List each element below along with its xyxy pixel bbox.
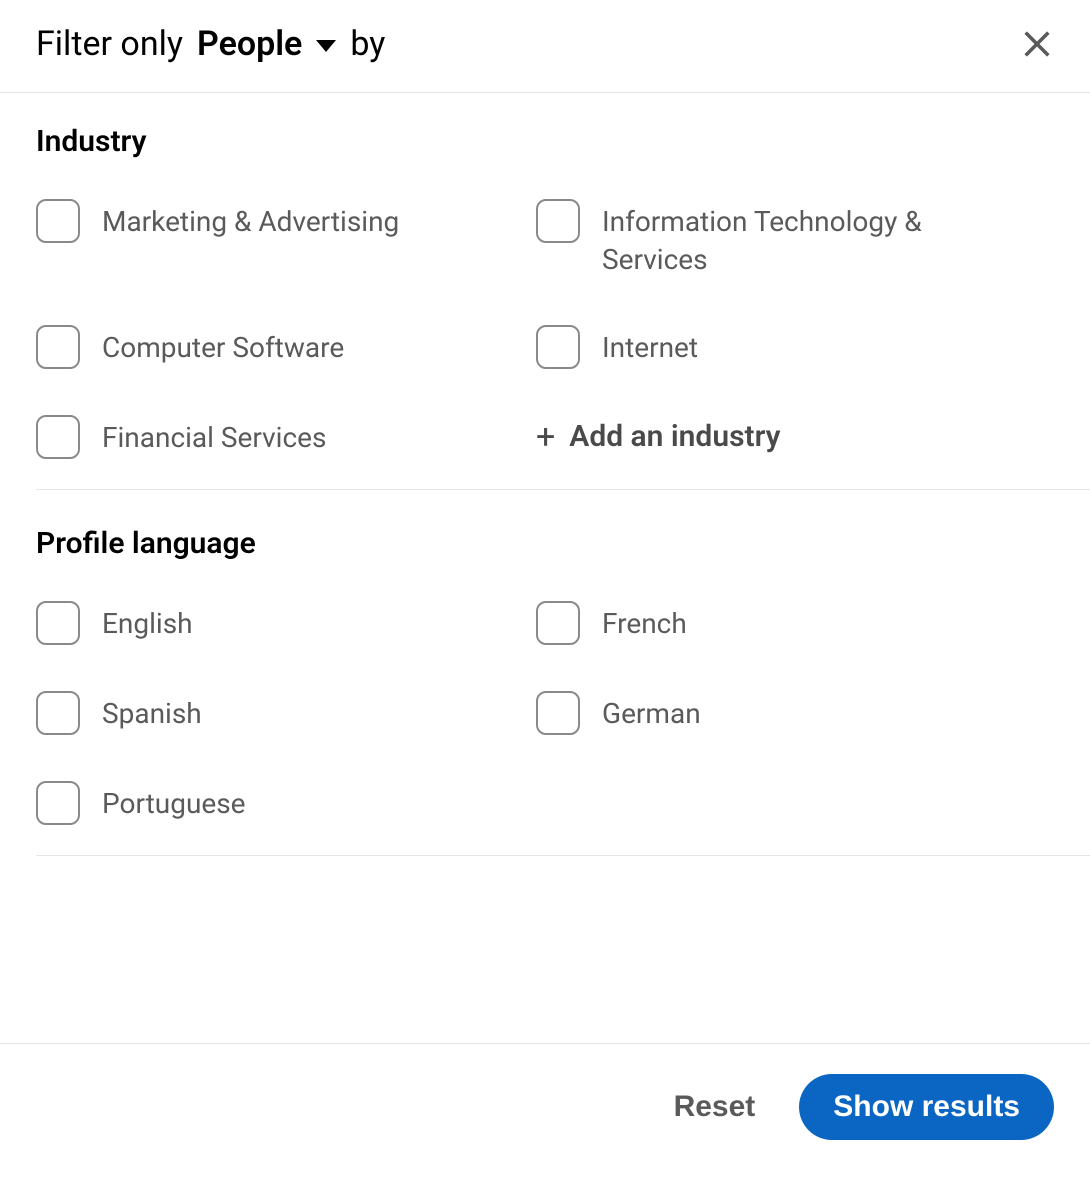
language-option[interactable]: Spanish	[36, 691, 536, 735]
filter-body: The Wharton School + Add a school Indust…	[0, 93, 1090, 1043]
industry-option-label: Computer Software	[102, 325, 344, 367]
filter-suffix: by	[350, 24, 385, 64]
language-option[interactable]: English	[36, 601, 536, 645]
industry-option[interactable]: Financial Services	[36, 415, 536, 459]
add-industry-button[interactable]: + Add an industry	[536, 415, 1090, 459]
checkbox[interactable]	[36, 199, 80, 243]
language-option-label: Spanish	[102, 691, 202, 733]
entity-dropdown[interactable]: People	[197, 24, 336, 64]
industry-option-label: Marketing & Advertising	[102, 199, 399, 241]
checkbox[interactable]	[536, 199, 580, 243]
filter-header: Filter only People by	[0, 0, 1090, 93]
caret-down-icon	[316, 40, 336, 52]
add-industry-label: Add an industry	[569, 419, 780, 454]
close-icon	[1020, 27, 1054, 61]
filter-footer: Reset Show results	[0, 1043, 1090, 1200]
language-option-label: German	[602, 691, 701, 733]
language-section: Profile language English French Spanish …	[36, 526, 1090, 856]
language-option[interactable]: French	[536, 601, 1090, 645]
industry-option[interactable]: Internet	[536, 325, 1090, 369]
language-option[interactable]: German	[536, 691, 1090, 735]
language-heading: Profile language	[36, 526, 1090, 561]
plus-icon: +	[536, 420, 555, 454]
language-option-label: Portuguese	[102, 781, 246, 823]
language-option[interactable]: Portuguese	[36, 781, 536, 825]
checkbox[interactable]	[36, 325, 80, 369]
filter-title: Filter only People by	[36, 24, 385, 64]
checkbox[interactable]	[36, 781, 80, 825]
industry-section: Industry Marketing & Advertising Informa…	[36, 124, 1090, 490]
entity-label: People	[197, 24, 302, 64]
show-results-button[interactable]: Show results	[799, 1074, 1054, 1140]
industry-option[interactable]: Computer Software	[36, 325, 536, 369]
language-option-label: English	[102, 601, 193, 643]
industry-option-label: Internet	[602, 325, 698, 367]
industry-option[interactable]: Marketing & Advertising	[36, 199, 536, 279]
checkbox[interactable]	[536, 691, 580, 735]
industry-option[interactable]: Information Technology & Services	[536, 199, 1090, 279]
industry-heading: Industry	[36, 124, 1090, 159]
industry-option-label: Information Technology & Services	[602, 199, 962, 279]
language-option-label: French	[602, 601, 687, 643]
reset-button[interactable]: Reset	[674, 1090, 756, 1124]
checkbox[interactable]	[36, 415, 80, 459]
checkbox[interactable]	[36, 691, 80, 735]
filter-prefix: Filter only	[36, 24, 183, 64]
industry-option-label: Financial Services	[102, 415, 326, 457]
checkbox[interactable]	[36, 601, 80, 645]
checkbox[interactable]	[536, 601, 580, 645]
checkbox[interactable]	[536, 325, 580, 369]
close-button[interactable]	[1020, 27, 1054, 61]
